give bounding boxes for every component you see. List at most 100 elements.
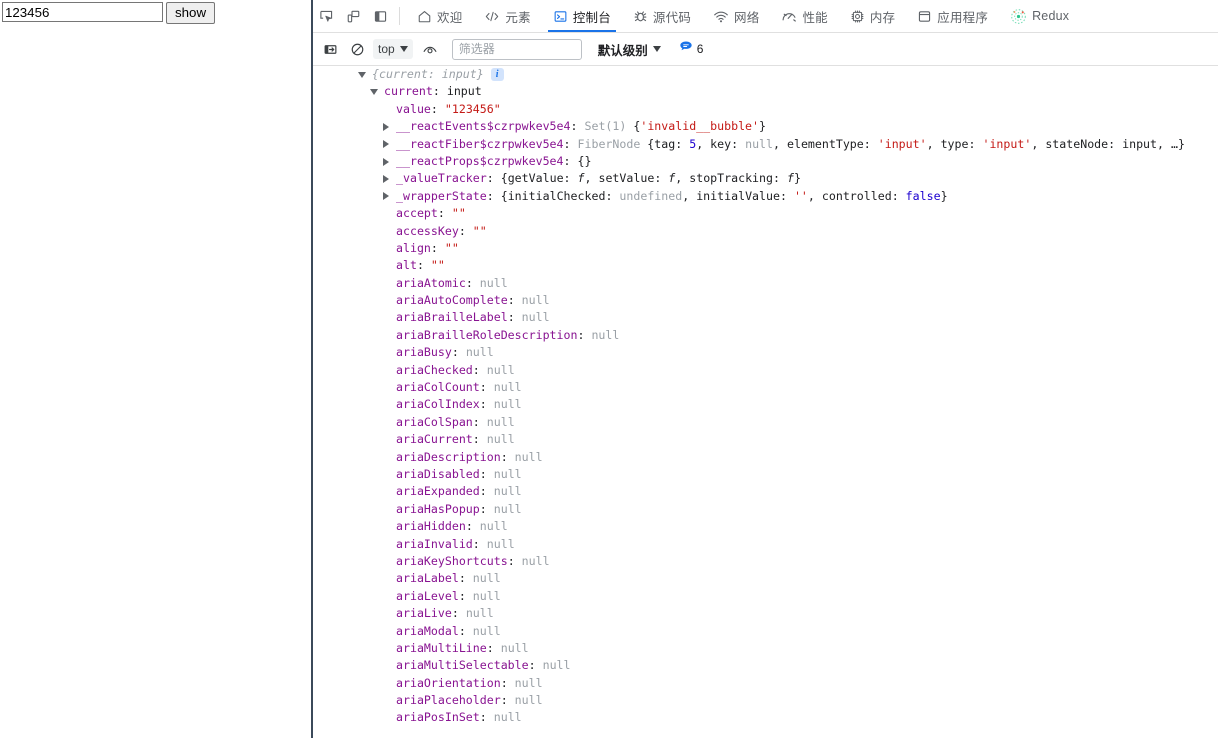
- tab-performance[interactable]: 性能: [770, 0, 838, 32]
- console-object-row[interactable]: ariaAutoComplete: null: [313, 292, 1218, 309]
- console-row-text: align: "": [313, 241, 459, 255]
- console-object-row[interactable]: ariaBusy: null: [313, 344, 1218, 361]
- console-object-row[interactable]: ariaColCount: null: [313, 379, 1218, 396]
- console-row-text: value: "123456": [313, 102, 501, 116]
- console-token: ariaPlaceholder: [396, 693, 501, 708]
- device-toolbar-icon[interactable]: [340, 3, 367, 30]
- console-object-row[interactable]: ariaExpanded: null: [313, 483, 1218, 500]
- disclosure-triangle-closed-icon[interactable]: [380, 153, 392, 170]
- tab-memory[interactable]: 内存: [839, 0, 906, 32]
- execution-context-select[interactable]: top: [373, 39, 413, 59]
- console-token: ariaKeyShortcuts: [396, 553, 508, 568]
- console-object-row[interactable]: current: input: [313, 83, 1218, 100]
- console-object-row[interactable]: ariaMultiLine: null: [313, 640, 1218, 657]
- console-token: null: [745, 136, 774, 151]
- console-row-text: ariaAtomic: null: [313, 276, 508, 290]
- console-token: null: [472, 588, 501, 603]
- console-token: null: [521, 310, 550, 325]
- show-button[interactable]: show: [166, 2, 216, 24]
- no-entry-icon[interactable]: [344, 36, 371, 63]
- console-object-row[interactable]: ariaColSpan: null: [313, 414, 1218, 431]
- console-token: ariaCurrent: [396, 432, 473, 447]
- disclosure-triangle-closed-icon[interactable]: [380, 188, 392, 205]
- console-token: ,: [682, 188, 697, 203]
- console-object-row[interactable]: align: "": [313, 240, 1218, 257]
- console-row-text: ariaCurrent: null: [313, 432, 515, 446]
- console-object-row[interactable]: ariaModal: null: [313, 623, 1218, 640]
- console-row-text: ariaMultiLine: null: [313, 641, 529, 655]
- console-object-row[interactable]: __reactProps$czrpwkev5e4: {}: [313, 153, 1218, 170]
- tab-sources[interactable]: 源代码: [622, 0, 702, 32]
- disclosure-triangle-open-icon[interactable]: [368, 83, 380, 100]
- console-token: ariaHasPopup: [396, 501, 480, 516]
- console-object-row[interactable]: ariaInvalid: null: [313, 536, 1218, 553]
- console-object-row[interactable]: ariaAtomic: null: [313, 275, 1218, 292]
- console-token: null: [486, 414, 515, 429]
- console-token: __reactFiber$czrpwkev5e4: [396, 136, 564, 151]
- console-object-row[interactable]: ariaBrailleRoleDescription: null: [313, 327, 1218, 344]
- console-output[interactable]: {current: input} i current: input value: "…: [313, 66, 1218, 738]
- toolbar-separator: [399, 7, 400, 25]
- console-object-row[interactable]: ariaMultiSelectable: null: [313, 657, 1218, 674]
- console-object-row[interactable]: ariaChecked: null: [313, 362, 1218, 379]
- console-object-row[interactable]: ariaHasPopup: null: [313, 501, 1218, 518]
- console-token: ariaLabel: [396, 571, 459, 586]
- console-object-row[interactable]: ariaPlaceholder: null: [313, 692, 1218, 709]
- console-object-row[interactable]: accept: "": [313, 205, 1218, 222]
- console-object-row[interactable]: ariaDisabled: null: [313, 466, 1218, 483]
- info-badge-icon[interactable]: i: [490, 68, 504, 81]
- console-object-row[interactable]: ariaKeyShortcuts: null: [313, 553, 1218, 570]
- console-token: ,: [1031, 136, 1046, 151]
- console-object-row[interactable]: ariaHidden: null: [313, 518, 1218, 535]
- console-object-row[interactable]: __reactEvents$czrpwkev5e4: Set(1) {'inva…: [313, 118, 1218, 135]
- password-input[interactable]: [2, 2, 163, 22]
- console-token: 'invalid__bubble': [640, 119, 760, 134]
- console-filter-input[interactable]: [451, 38, 582, 60]
- tab-application[interactable]: 应用程序: [906, 0, 999, 32]
- console-token: null: [514, 449, 543, 464]
- console-token: :: [472, 414, 487, 429]
- console-object-row[interactable]: accessKey: "": [313, 223, 1218, 240]
- tab-welcome[interactable]: 欢迎: [406, 0, 473, 32]
- console-object-row[interactable]: __reactFiber$czrpwkev5e4: FiberNode {tag…: [313, 136, 1218, 153]
- live-expression-eye-icon[interactable]: [417, 36, 444, 63]
- dock-side-icon[interactable]: [367, 3, 394, 30]
- inspect-element-icon[interactable]: [313, 3, 340, 30]
- console-token: ariaMultiSelectable: [396, 658, 529, 673]
- console-object-row[interactable]: value: "123456": [313, 101, 1218, 118]
- disclosure-triangle-closed-icon[interactable]: [380, 170, 392, 187]
- console-object-row[interactable]: {current: input} i: [313, 66, 1218, 83]
- console-token: '': [793, 188, 808, 203]
- console-object-row[interactable]: ariaCurrent: null: [313, 431, 1218, 448]
- console-object-row[interactable]: _valueTracker: {getValue: f, setValue: f…: [313, 170, 1218, 187]
- console-token: :: [563, 153, 578, 168]
- tab-console[interactable]: 控制台: [542, 0, 622, 32]
- console-token: initialChecked: [507, 188, 606, 203]
- console-token: :: [451, 606, 466, 621]
- console-object-row[interactable]: ariaBrailleLabel: null: [313, 309, 1218, 326]
- console-token: :: [773, 171, 787, 186]
- console-object-row[interactable]: ariaPosInSet: null: [313, 709, 1218, 726]
- disclosure-triangle-closed-icon[interactable]: [380, 136, 392, 153]
- console-object-row[interactable]: ariaColIndex: null: [313, 396, 1218, 413]
- console-token: :: [486, 640, 501, 655]
- tab-elements[interactable]: 元素: [473, 0, 541, 32]
- console-token: {: [500, 188, 508, 203]
- tab-redux[interactable]: Redux: [999, 0, 1080, 32]
- console-token: ariaBrailleLabel: [396, 310, 508, 325]
- console-object-row[interactable]: alt: "": [313, 257, 1218, 274]
- console-object-row[interactable]: ariaLive: null: [313, 605, 1218, 622]
- clear-console-icon[interactable]: [317, 36, 344, 63]
- disclosure-triangle-closed-icon[interactable]: [380, 118, 392, 135]
- disclosure-triangle-open-icon[interactable]: [356, 66, 368, 83]
- log-level-select[interactable]: 默认级别: [594, 39, 665, 59]
- console-object-row[interactable]: _wrapperState: {initialChecked: undefine…: [313, 188, 1218, 205]
- console-token: null: [514, 675, 543, 690]
- console-token: 'input': [877, 136, 927, 151]
- console-object-row[interactable]: ariaOrientation: null: [313, 675, 1218, 692]
- message-count-indicator[interactable]: 6: [679, 40, 703, 58]
- console-object-row[interactable]: ariaLabel: null: [313, 570, 1218, 587]
- console-object-row[interactable]: ariaDescription: null: [313, 449, 1218, 466]
- tab-network[interactable]: 网络: [702, 0, 770, 32]
- console-object-row[interactable]: ariaLevel: null: [313, 588, 1218, 605]
